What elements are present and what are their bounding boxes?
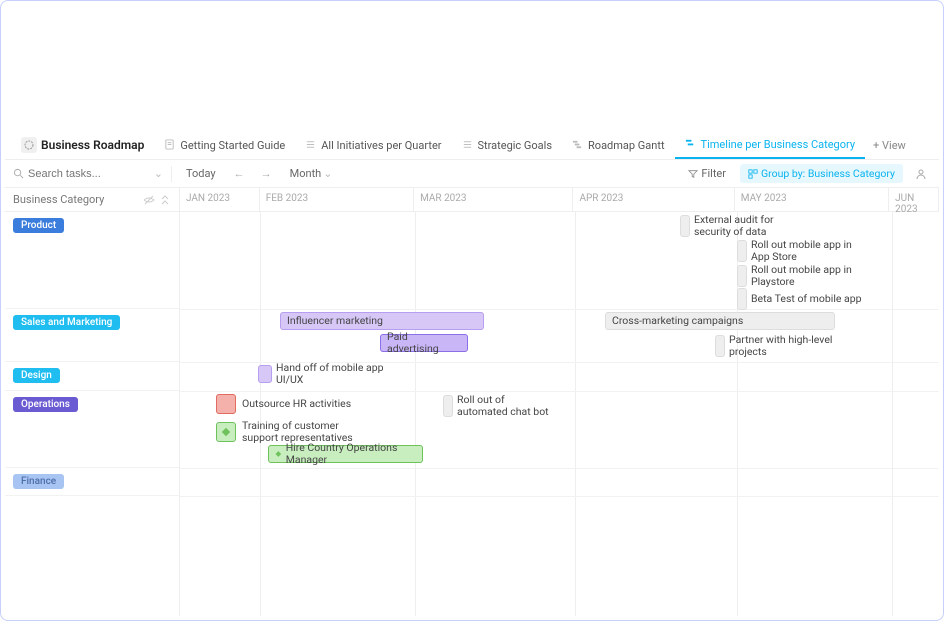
nav-prev[interactable]: ← xyxy=(230,167,249,180)
month-apr: APR 2023 xyxy=(573,188,734,211)
group-icon xyxy=(748,169,758,179)
visibility-icon[interactable] xyxy=(143,194,155,206)
breadcrumb[interactable]: Business Roadmap xyxy=(11,131,154,159)
task-icon xyxy=(216,394,236,414)
task-paid-ads[interactable]: Paid advertising xyxy=(380,334,472,352)
scale-select[interactable]: Month ⌄ xyxy=(284,165,339,182)
category-product[interactable]: Product xyxy=(5,212,179,309)
task-external-audit[interactable]: External audit for security of data xyxy=(680,214,794,238)
groupby-button[interactable]: Group by: Business Category xyxy=(740,164,903,183)
chevron-down-icon: ⌄ xyxy=(323,167,332,180)
nav-next[interactable]: → xyxy=(257,167,276,180)
task-handle[interactable] xyxy=(737,288,747,310)
today-button[interactable]: Today xyxy=(180,165,222,182)
doc-icon xyxy=(164,139,176,151)
task-handle[interactable] xyxy=(737,265,747,287)
timeline: Business Category Product Sales and Mark… xyxy=(5,188,939,616)
month-feb: FEB 2023 xyxy=(260,188,414,211)
category-operations[interactable]: Operations xyxy=(5,391,179,468)
list-icon xyxy=(305,139,317,151)
collapse-icon[interactable] xyxy=(159,194,171,206)
tab-initiatives[interactable]: All Initiatives per Quarter xyxy=(295,133,451,158)
toolbar: ⌄ Today ← → Month ⌄ Filter Group by: Bus… xyxy=(5,160,939,188)
breadcrumb-title: Business Roadmap xyxy=(41,138,144,152)
task-rollout-playstore[interactable]: Roll out mobile app in Playstore xyxy=(737,264,861,288)
app-root: Business Roadmap Getting Started Guide A… xyxy=(5,5,939,616)
task-cross-marketing[interactable]: Cross-marketing campaigns xyxy=(605,312,839,330)
breadcrumb-icon xyxy=(21,137,37,153)
task-handle[interactable] xyxy=(443,395,453,417)
task-handle[interactable] xyxy=(680,215,690,237)
category-design[interactable]: Design xyxy=(5,362,179,391)
tab-strategic-goals[interactable]: Strategic Goals xyxy=(452,133,563,158)
filter-button[interactable]: Filter xyxy=(682,165,732,182)
month-mar: MAR 2023 xyxy=(414,188,573,211)
category-sales[interactable]: Sales and Marketing xyxy=(5,309,179,362)
search-box[interactable]: ⌄ xyxy=(13,167,163,180)
list-icon xyxy=(462,139,474,151)
task-handle[interactable] xyxy=(715,335,725,357)
task-beta-test[interactable]: Beta Test of mobile app xyxy=(737,288,862,310)
gantt-icon xyxy=(572,139,584,151)
timeline-grid[interactable]: JAN 2023 FEB 2023 MAR 2023 APR 2023 MAY … xyxy=(180,188,939,616)
task-outsource-hr[interactable]: Outsource HR activities xyxy=(216,394,351,414)
add-view-button[interactable]: + View xyxy=(865,133,914,158)
search-input[interactable] xyxy=(28,168,128,180)
grid-body: External audit for security of data Roll… xyxy=(180,212,939,616)
category-header: Business Category xyxy=(5,188,179,212)
timeline-header: JAN 2023 FEB 2023 MAR 2023 APR 2023 MAY … xyxy=(180,188,939,212)
category-pill: Product xyxy=(13,218,64,233)
task-chatbot[interactable]: Roll out of automated chat bot xyxy=(443,394,557,418)
tab-timeline[interactable]: Timeline per Business Category xyxy=(675,132,865,159)
category-pill: Sales and Marketing xyxy=(13,315,120,330)
plus-icon: + xyxy=(873,139,879,152)
category-column: Business Category Product Sales and Mark… xyxy=(5,188,180,616)
tab-bar: Business Roadmap Getting Started Guide A… xyxy=(5,5,939,160)
task-hire-manager[interactable]: Hire Country Operations Manager xyxy=(268,445,427,463)
task-handle[interactable] xyxy=(737,240,747,262)
task-handoff[interactable]: Hand off of mobile app UI/UX xyxy=(258,362,386,386)
category-pill: Operations xyxy=(13,397,78,412)
category-finance[interactable]: Finance xyxy=(5,468,179,496)
person-icon[interactable] xyxy=(911,168,931,180)
month-jun: JUN 2023 xyxy=(889,188,939,211)
timeline-icon xyxy=(685,138,697,150)
category-pill: Finance xyxy=(13,474,64,489)
task-influencer[interactable]: Influencer marketing xyxy=(280,312,488,330)
task-partner[interactable]: Partner with high-level projects xyxy=(715,334,839,358)
month-may: MAY 2023 xyxy=(735,188,889,211)
month-jan: JAN 2023 xyxy=(180,188,260,211)
tab-getting-started[interactable]: Getting Started Guide xyxy=(154,133,295,158)
diamond-icon xyxy=(216,422,236,442)
tab-roadmap-gantt[interactable]: Roadmap Gantt xyxy=(562,133,675,158)
diamond-icon xyxy=(275,450,282,458)
task-rollout-appstore[interactable]: Roll out mobile app in App Store xyxy=(737,239,861,263)
chevron-down-icon[interactable]: ⌄ xyxy=(154,167,163,180)
search-icon xyxy=(13,168,24,179)
category-pill: Design xyxy=(13,368,60,383)
filter-icon xyxy=(688,169,698,179)
